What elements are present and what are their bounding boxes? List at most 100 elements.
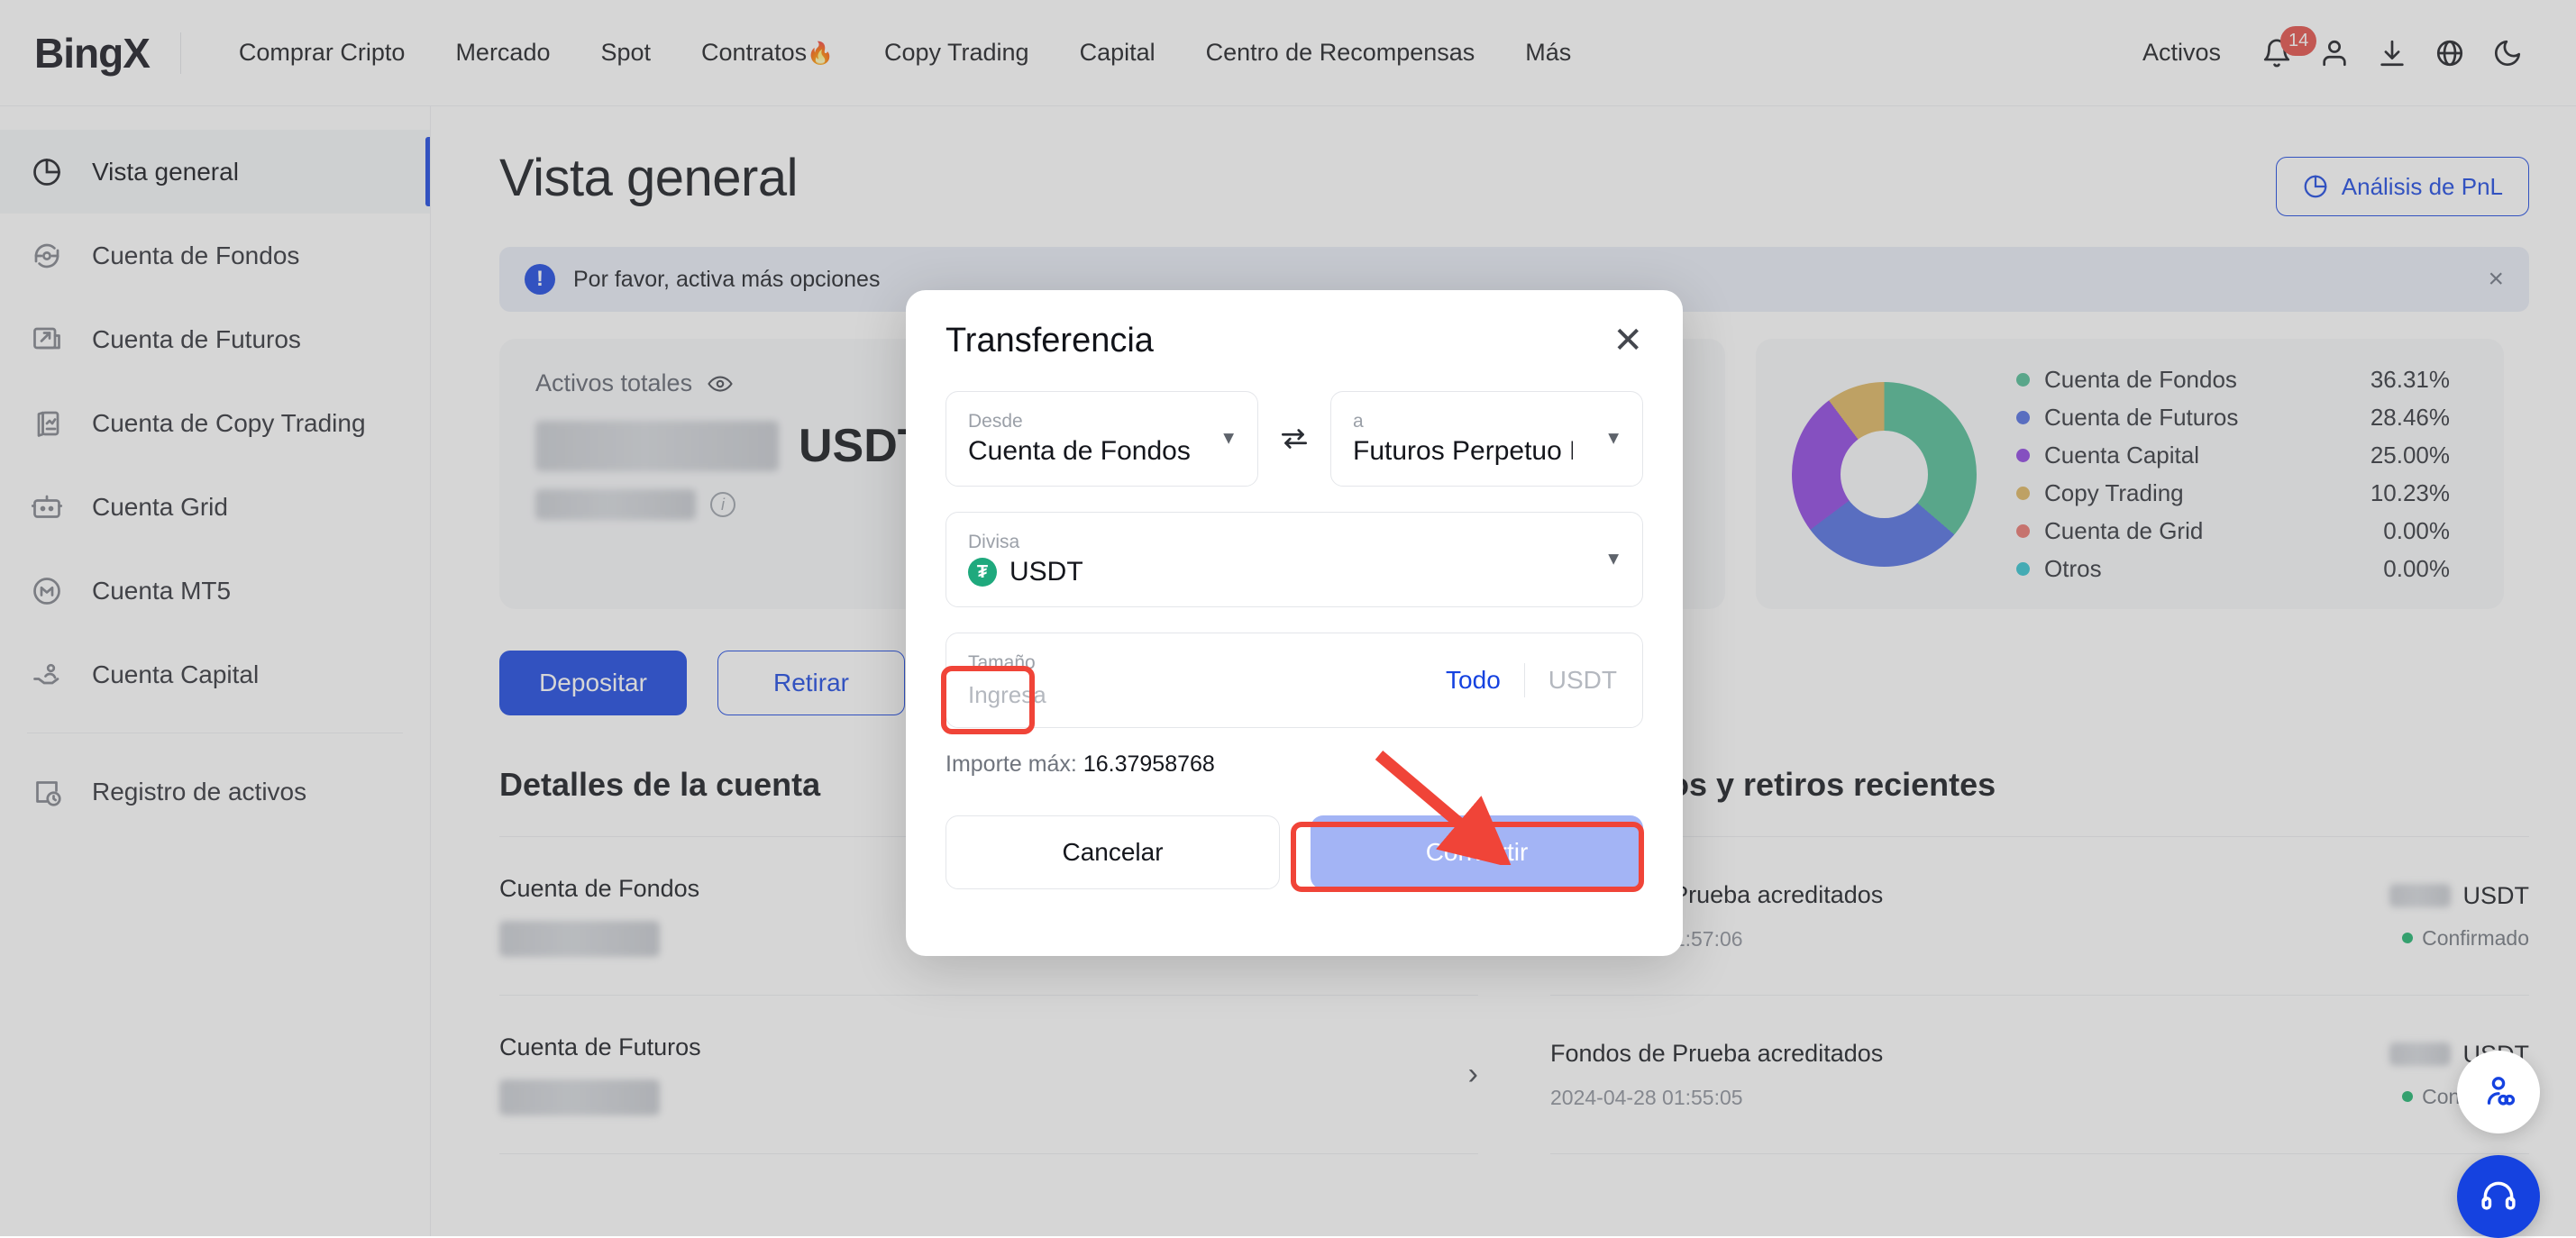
nav-item-centro-de-recompensas[interactable]: Centro de Recompensas — [1181, 39, 1501, 67]
page-header: Vista general Análisis de PnL — [499, 148, 2529, 216]
table-row[interactable]: Cuenta de Futuros › — [499, 996, 1478, 1154]
to-account-select[interactable]: a Futuros Perpetuo M ▼ — [1330, 391, 1643, 487]
swap-arrows-icon — [1277, 422, 1311, 456]
language-button[interactable] — [2421, 24, 2479, 82]
transaction-info: Fondos de Prueba acreditados 2024-04-28 … — [1550, 1040, 1883, 1110]
status-dot-icon — [2402, 933, 2413, 943]
status-badge: Confirmado — [2389, 926, 2530, 951]
from-to-row: Desde Cuenta de Fondos ▼ a Futuros Perpe… — [945, 391, 1643, 487]
pnl-analysis-label: Análisis de PnL — [2342, 173, 2503, 201]
sidebar-item-registro-de-activos[interactable]: Registro de activos — [0, 750, 430, 833]
transaction-amount-status: USDT Confirmado — [2389, 882, 2530, 951]
download-app-button[interactable] — [2363, 24, 2421, 82]
asset-distribution-donut — [1792, 382, 1977, 567]
to-label: a — [1353, 411, 1621, 432]
bingx-logo[interactable]: BingX — [34, 29, 150, 77]
asset-distribution-card: Cuenta de Fondos36.31% Cuenta de Futuros… — [1756, 339, 2504, 609]
legend-value: 36.31% — [2315, 366, 2450, 394]
amount-left-group: Tamaño Ingresa — [968, 652, 1046, 709]
legend-color-dot — [2016, 373, 2030, 387]
sidebar-item-cuenta-mt5[interactable]: Cuenta MT5 — [0, 549, 430, 633]
amount-max-all-button[interactable]: Todo — [1446, 666, 1501, 695]
download-icon — [2377, 38, 2407, 68]
pnl-analysis-button[interactable]: Análisis de PnL — [2276, 157, 2529, 216]
convert-button[interactable]: Convertir — [1311, 815, 1643, 889]
total-assets-label: Activos totales — [535, 369, 692, 397]
swap-direction-button[interactable] — [1258, 422, 1330, 456]
nav-item-comprar-cripto[interactable]: Comprar Cripto — [214, 39, 431, 67]
notifications-button[interactable]: 14 — [2248, 24, 2306, 82]
user-icon — [2319, 38, 2350, 68]
sidebar-item-cuenta-de-copy-trading[interactable]: Cuenta de Copy Trading — [0, 381, 430, 465]
notice-text: Por favor, activa más opciones — [573, 267, 880, 293]
chevron-down-icon: ▼ — [1219, 429, 1238, 450]
hidden-transaction-value — [2389, 884, 2451, 907]
account-button[interactable] — [2306, 24, 2363, 82]
withdraw-button[interactable]: Retirar — [717, 651, 905, 715]
legend-value: 0.00% — [2315, 555, 2450, 583]
asset-distribution-legend: Cuenta de Fondos36.31% Cuenta de Futuros… — [2016, 366, 2450, 583]
list-item[interactable]: Fondos de Prueba acreditados 2024-04-28 … — [1550, 996, 2529, 1154]
pie-chart-icon — [27, 152, 67, 192]
nav-item-contratos[interactable]: Contratos🔥 — [676, 39, 859, 67]
sidebar-item-label: Cuenta MT5 — [92, 577, 231, 605]
account-cell: Cuenta de Futuros — [499, 1033, 1468, 1115]
chevron-down-icon: ▼ — [1604, 429, 1622, 450]
transaction-date: 2024-04-28 01:55:05 — [1550, 1086, 1883, 1110]
support-fab-button[interactable] — [2457, 1155, 2540, 1238]
nav-item-copy-trading[interactable]: Copy Trading — [859, 39, 1055, 67]
usdt-token-icon: ₮ — [968, 558, 997, 587]
from-value: Cuenta de Fondos — [968, 436, 1236, 467]
legend-color-dot — [2016, 524, 2030, 538]
sidebar-item-label: Registro de activos — [92, 778, 306, 806]
close-icon[interactable]: × — [2488, 264, 2504, 295]
sidebar-item-cuenta-de-fondos[interactable]: Cuenta de Fondos — [0, 214, 430, 297]
list-item[interactable]: Fondos de Prueba acreditados 2024-04-28 … — [1550, 837, 2529, 996]
sidebar-item-vista-general[interactable]: Vista general — [0, 130, 430, 214]
info-icon[interactable]: i — [710, 492, 735, 517]
primary-nav-links: Comprar Cripto Mercado Spot Contratos🔥 C… — [214, 39, 1596, 67]
sidebar-item-cuenta-capital[interactable]: Cuenta Capital — [0, 633, 430, 716]
sidebar-item-label: Vista general — [92, 158, 239, 187]
legend-color-dot — [2016, 487, 2030, 500]
hidden-transaction-value — [2389, 1042, 2451, 1066]
legend-item: Otros0.00% — [2016, 555, 2450, 583]
legend-label: Copy Trading — [2044, 479, 2315, 507]
nav-item-capital[interactable]: Capital — [1055, 39, 1181, 67]
legend-color-dot — [2016, 562, 2030, 576]
modal-action-buttons: Cancelar Convertir — [945, 815, 1643, 889]
nav-item-mercado[interactable]: Mercado — [430, 39, 575, 67]
from-account-select[interactable]: Desde Cuenta de Fondos ▼ — [945, 391, 1258, 487]
eye-icon[interactable] — [707, 370, 734, 397]
theme-toggle-button[interactable] — [2479, 24, 2536, 82]
amount-placeholder: Ingresa — [968, 681, 1046, 709]
sidebar-item-label: Cuenta de Futuros — [92, 325, 301, 354]
hidden-fiat-value — [535, 489, 696, 520]
nav-item-activos[interactable]: Activos — [2142, 39, 2248, 67]
recent-transactions-panel: Depósitos y retiros recientes Fondos de … — [1550, 766, 2529, 1154]
refresh-coin-icon — [27, 236, 67, 276]
nav-item-mas[interactable]: Más — [1500, 39, 1596, 67]
transaction-amount: USDT — [2389, 882, 2530, 910]
close-icon[interactable]: ✕ — [1612, 323, 1643, 359]
currency-select[interactable]: Divisa ₮ USDT ▼ — [945, 512, 1643, 607]
amount-input-field[interactable]: Tamaño Ingresa Todo USDT — [945, 633, 1643, 728]
legend-color-dot — [2016, 411, 2030, 424]
affiliate-fab-button[interactable] — [2457, 1051, 2540, 1133]
affiliate-icon — [2480, 1073, 2517, 1111]
transfer-modal: Transferencia ✕ Desde Cuenta de Fondos ▼… — [906, 290, 1683, 956]
sidebar-item-cuenta-grid[interactable]: Cuenta Grid — [0, 465, 430, 549]
sidebar-item-cuenta-de-futuros[interactable]: Cuenta de Futuros — [0, 297, 430, 381]
moon-icon — [2492, 38, 2523, 68]
chevron-down-icon: ▼ — [1604, 550, 1622, 570]
legend-item: Cuenta Capital25.00% — [2016, 441, 2450, 469]
nav-item-spot[interactable]: Spot — [575, 39, 676, 67]
mt5-circle-icon — [27, 571, 67, 611]
deposit-button[interactable]: Depositar — [499, 651, 687, 715]
pie-chart-icon — [2302, 173, 2329, 200]
to-value: Futuros Perpetuo M — [1353, 436, 1573, 467]
headset-support-icon — [2479, 1177, 2518, 1216]
cancel-button[interactable]: Cancelar — [945, 815, 1280, 889]
sidebar: Vista general Cuenta de Fondos Cuenta de… — [0, 106, 431, 1236]
chevron-right-icon: › — [1468, 1057, 1478, 1092]
